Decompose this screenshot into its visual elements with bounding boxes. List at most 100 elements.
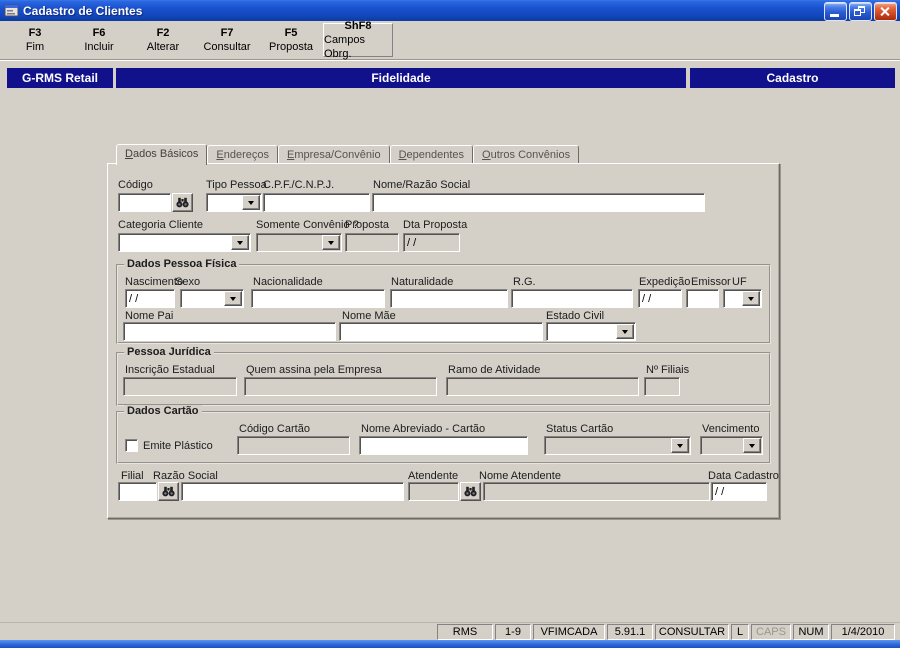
data-cadastro-input[interactable] [711,482,767,501]
tab-dados-basicos[interactable]: Dados Básicos [116,144,208,165]
banner-center-module: Fidelidade [116,68,686,88]
estado-civil-select[interactable] [546,322,636,341]
uf-select[interactable] [723,289,762,308]
status-cell-mode: CONSULTAR [655,623,729,640]
nome-pai-label: Nome Pai [125,310,174,322]
group-dados-cartao: Dados Cartão Emite Plástico Código Cartã… [116,405,771,464]
binoculars-icon [176,197,189,208]
inscricao-estadual-input [123,377,237,396]
nome-abreviado-input[interactable] [359,436,528,455]
sexo-select[interactable] [180,289,244,308]
tab-dependentes[interactable]: Dependentes [389,145,474,163]
status-cell-l: L [731,623,749,640]
ramo-atividade-input [446,377,639,396]
application-window: Cadastro de Clientes F3 Fim F6 Incluir F… [0,0,900,648]
nome-mae-input[interactable] [339,322,543,341]
chevron-down-icon[interactable] [616,324,634,339]
nascimento-input[interactable] [125,289,175,308]
vencimento-label: Vencimento [702,423,760,435]
group-pessoa-juridica: Pessoa Jurídica Inscrição Estadual Quem … [116,346,771,406]
razao-social-input[interactable] [181,482,404,501]
toolbar-key-f5: F5 [284,27,298,39]
dta-proposta-input [403,233,460,252]
chevron-down-icon[interactable] [242,195,260,210]
sexo-label: Sexo [175,276,201,288]
dta-proposta-label: Dta Proposta [403,219,468,231]
window-controls [824,2,897,21]
tab-strip: Dados Básicos Endereços Empresa/Convênio… [116,144,580,165]
proposta-label: Proposta [345,219,390,231]
toolbar-button-alterar[interactable]: F2 Alterar [131,23,195,57]
toolbar-button-incluir[interactable]: F6 Incluir [67,23,131,57]
toolbar-key-f2: F2 [156,27,170,39]
expedicao-input[interactable] [638,289,682,308]
nacionalidade-label: Nacionalidade [253,276,323,288]
atendente-search-button[interactable] [460,482,481,501]
status-cell-program: VFIMCADA [533,623,605,640]
somente-convenio-label: Somente Convênio ? [256,219,359,231]
ramo-atividade-label: Ramo de Atividade [448,364,541,376]
chevron-down-icon[interactable] [231,235,249,250]
status-cell-num: NUM [793,623,829,640]
data-cadastro-label: Data Cadastro [708,470,779,482]
codigo-input[interactable] [118,193,171,212]
banner: G-RMS Retail Fidelidade Cadastro [0,68,900,90]
expedicao-label: Expedição [639,276,691,288]
rg-input[interactable] [511,289,633,308]
toolbar-button-campos-obrigatorios[interactable]: ShF8 Campos Obrg. [323,20,393,60]
codigo-cartao-input [237,436,350,455]
emissor-input[interactable] [686,289,719,308]
nome-razao-social-label: Nome/Razão Social [373,179,471,191]
nome-razao-social-input[interactable] [372,193,705,212]
num-filiais-input [644,377,680,396]
tab-dependentes-label: Dependentes [398,148,465,161]
vencimento-select [700,436,763,455]
chevron-down-icon[interactable] [742,291,760,306]
restore-button[interactable] [849,2,872,21]
codigo-search-button[interactable] [172,193,193,212]
status-cell-version: 5.91.1 [607,623,653,640]
toolbar-button-fim[interactable]: F3 Fim [3,23,67,57]
tipo-pessoa-select[interactable] [206,193,262,212]
toolbar-label-incluir: Incluir [84,41,114,53]
nome-abreviado-label: Nome Abreviado - Cartão [361,423,486,435]
app-icon-glyph [4,4,19,17]
categoria-cliente-select[interactable] [118,233,251,252]
app-icon[interactable] [4,3,19,18]
form-panel: Código Tipo Pessoa C.P.F./C.N.P.J. Nome/… [107,163,780,519]
tab-empresa-convenio[interactable]: Empresa/Convênio [278,145,390,163]
toolbar-label-consultar: Consultar [203,41,251,53]
restore-icon [854,6,865,16]
tab-enderecos[interactable]: Endereços [207,145,278,163]
status-bar: RMS 1-9 VFIMCADA 5.91.1 CONSULTAR L CAPS… [0,622,900,640]
banner-left-product: G-RMS Retail [7,68,113,88]
chevron-down-icon[interactable] [224,291,242,306]
nome-atendente-label: Nome Atendente [479,470,561,482]
minimize-button[interactable] [824,2,847,21]
toolbar-label-campos-obrigatorios: Campos Obrg. [324,34,365,60]
toolbar-button-consultar[interactable]: F7 Consultar [195,23,259,57]
nome-pai-input[interactable] [123,322,336,341]
nacionalidade-input[interactable] [251,289,385,308]
status-cell-date: 1/4/2010 [831,623,895,640]
status-cartao-label: Status Cartão [546,423,614,435]
emite-plastico-label: Emite Plástico [143,440,213,452]
filial-search-button[interactable] [158,482,179,501]
naturalidade-label: Naturalidade [391,276,454,288]
inscricao-estadual-label: Inscrição Estadual [125,364,215,376]
emissor-label: Emissor [691,276,731,288]
toolbar: F3 Fim F6 Incluir F2 Alterar F7 Consulta… [0,20,900,60]
group-dados-pessoa-fisica: Dados Pessoa Física Nascimento Sexo Naci… [116,258,771,344]
proposta-input [345,233,399,252]
tab-outros-convenios[interactable]: Outros Convênios [473,145,580,163]
close-button[interactable] [874,2,897,21]
chevron-down-icon [322,235,340,250]
toolbar-button-proposta[interactable]: F5 Proposta [259,23,323,57]
emite-plastico-checkbox[interactable] [125,439,138,452]
nome-mae-label: Nome Mãe [342,310,396,322]
naturalidade-input[interactable] [390,289,508,308]
quem-assina-label: Quem assina pela Empresa [246,364,382,376]
chevron-down-icon [671,438,689,453]
filial-input[interactable] [118,482,157,501]
cpf-cnpj-input[interactable] [263,193,370,212]
